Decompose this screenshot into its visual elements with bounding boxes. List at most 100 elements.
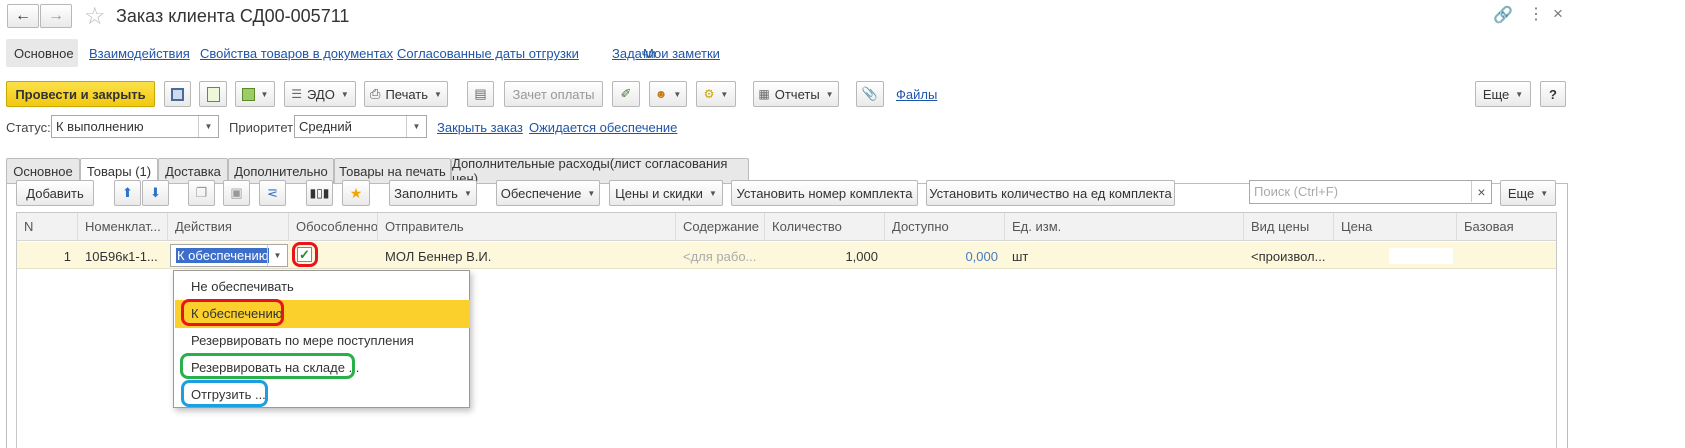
print-button[interactable]: ⎙ Печать ▼ [364, 81, 448, 107]
set-kit-number-button[interactable]: Установить номер комплекта [731, 180, 918, 206]
copy-icon: ❐ [195, 185, 208, 200]
col-unit[interactable]: Ед. изм. [1005, 213, 1244, 241]
document-gear-icon: ⚙ [703, 87, 715, 101]
highlight-red-menu-item [181, 299, 284, 326]
back-button[interactable]: ← [7, 4, 39, 28]
list-icon: ▤ [474, 86, 487, 101]
chevron-down-icon: ▼ [406, 116, 426, 137]
split-icon: ⋜ [267, 185, 278, 200]
move-up-button[interactable]: ⬆ [114, 180, 141, 206]
search-input[interactable]: Поиск (Ctrl+F) × [1249, 180, 1492, 204]
users-icon: ☻ [654, 87, 668, 101]
col-price[interactable]: Цена [1334, 213, 1457, 241]
save-icon [171, 87, 184, 101]
cell-unit: шт [1012, 249, 1029, 264]
attachments-menu-button[interactable]: ⚙ ▼ [696, 81, 736, 107]
nav-link-main[interactable]: Основное [14, 46, 74, 61]
barcode-button[interactable]: ▮▯▮ [306, 180, 333, 206]
printer-icon: ⎙ [370, 86, 381, 101]
paste-button[interactable]: ▣ [223, 180, 250, 206]
nav-link-notes[interactable]: Мои заметки [643, 46, 720, 61]
post-button[interactable] [199, 81, 227, 107]
split-row-button[interactable]: ⋜ [259, 180, 286, 206]
prices-discounts-button[interactable]: Цены и скидки ▼ [609, 180, 723, 206]
forward-button[interactable]: → [40, 4, 72, 28]
table-more-button[interactable]: Еще ▼ [1500, 180, 1556, 206]
barcode-icon: ▮▯▮ [309, 186, 330, 200]
edo-icon: ☰ [291, 87, 302, 101]
reports-button[interactable]: ▦ Отчеты ▼ [753, 81, 839, 107]
menu-item-reserve-on-arrival[interactable]: Резервировать по мере поступления [175, 327, 470, 355]
clear-search-icon[interactable]: × [1471, 181, 1491, 202]
users-button[interactable]: ☻ ▼ [649, 81, 687, 107]
price-input[interactable] [1389, 248, 1453, 264]
priority-label: Приоритет: [229, 120, 297, 135]
set-kit-qty-button[interactable]: Установить количество на ед комплекта [926, 180, 1175, 206]
clipboard-icon: ▣ [230, 185, 243, 200]
chevron-down-icon: ▼ [267, 245, 287, 266]
cell-price-type: <произвол... [1251, 249, 1326, 264]
save-button[interactable] [164, 81, 191, 107]
cell-sender: МОЛ Беннер В.И. [385, 249, 492, 264]
nav-link-interactions[interactable]: Взаимодействия [89, 46, 190, 61]
arrow-up-icon: ⬆ [122, 185, 133, 200]
reports-icon: ▦ [758, 87, 770, 101]
highlight-green-menu-item [180, 353, 355, 379]
col-actions[interactable]: Действия [168, 213, 289, 241]
col-content[interactable]: Содержание [676, 213, 765, 241]
document-list-button[interactable]: ▤ [467, 81, 494, 107]
files-link[interactable]: Файлы [896, 87, 937, 102]
col-item[interactable]: Номенклат... [78, 213, 168, 241]
star-icon: ★ [349, 184, 363, 201]
fill-button[interactable]: Заполнить ▼ [389, 180, 477, 206]
col-available[interactable]: Доступно [885, 213, 1005, 241]
highlight-red-checkbox [292, 242, 318, 267]
arrow-right-icon: → [48, 7, 64, 24]
arrow-down-icon: ⬇ [150, 185, 161, 200]
col-quantity[interactable]: Количество [765, 213, 885, 241]
col-separate[interactable]: Обособленно [289, 213, 378, 241]
post-document-icon [206, 86, 220, 102]
nav-link-shipment-dates[interactable]: Согласованные даты отгрузки [397, 46, 579, 61]
priority-select[interactable]: Средний ▼ [294, 115, 427, 138]
supply-button[interactable]: Обеспечение ▼ [496, 180, 600, 206]
nav-link-properties[interactable]: Свойства товаров в документах [200, 46, 393, 61]
more-button[interactable]: Еще ▼ [1475, 81, 1531, 107]
close-order-link[interactable]: Закрыть заказ [437, 120, 523, 135]
favorite-star-icon[interactable]: ☆ [84, 2, 106, 31]
signature-button[interactable]: ✐ [612, 81, 640, 107]
cell-content: <для рабо... [683, 249, 757, 264]
pen-icon: ✐ [620, 86, 632, 101]
col-n[interactable]: N [17, 213, 78, 241]
paperclip-icon: 📎 [861, 86, 879, 101]
payment-offset-button[interactable]: Зачет оплаты [504, 81, 603, 107]
help-button[interactable]: ? [1540, 81, 1566, 107]
copy-button[interactable]: ❐ [188, 180, 215, 206]
favorite-button[interactable]: ★ [342, 180, 370, 206]
cell-quantity: 1,000 [845, 249, 878, 264]
edo-button[interactable]: ☰ ЭДО ▼ [284, 81, 356, 107]
cell-available: 0,000 [965, 249, 998, 264]
create-based-icon [241, 87, 255, 101]
cell-n: 1 [63, 249, 71, 264]
close-icon[interactable]: × [1553, 4, 1563, 24]
status-label: Статус: [6, 120, 51, 135]
create-based-on-button[interactable]: ▼ [235, 81, 275, 107]
move-down-button[interactable]: ⬇ [142, 180, 169, 206]
menu-item-no-supply[interactable]: Не обеспечивать [175, 273, 470, 301]
action-select-value: К обеспечению [176, 248, 270, 263]
awaiting-supply-link[interactable]: Ожидается обеспечение [529, 120, 677, 135]
col-base[interactable]: Базовая [1457, 213, 1556, 241]
add-button[interactable]: Добавить [16, 180, 94, 206]
chevron-down-icon: ▼ [198, 116, 218, 137]
col-sender[interactable]: Отправитель [378, 213, 676, 241]
arrow-left-icon: ← [15, 7, 31, 24]
status-select[interactable]: К выполнению ▼ [51, 115, 219, 138]
col-price-type[interactable]: Вид цены [1244, 213, 1334, 241]
link-icon[interactable]: 🔗 [1493, 5, 1513, 25]
action-select[interactable]: К обеспечению ▼ [170, 244, 288, 267]
more-vert-icon[interactable]: ⋮ [1528, 4, 1544, 24]
window-title: Заказ клиента СД00-005711 [116, 6, 350, 26]
attach-button[interactable]: 📎 [856, 81, 884, 107]
post-and-close-button[interactable]: Провести и закрыть [6, 81, 155, 107]
